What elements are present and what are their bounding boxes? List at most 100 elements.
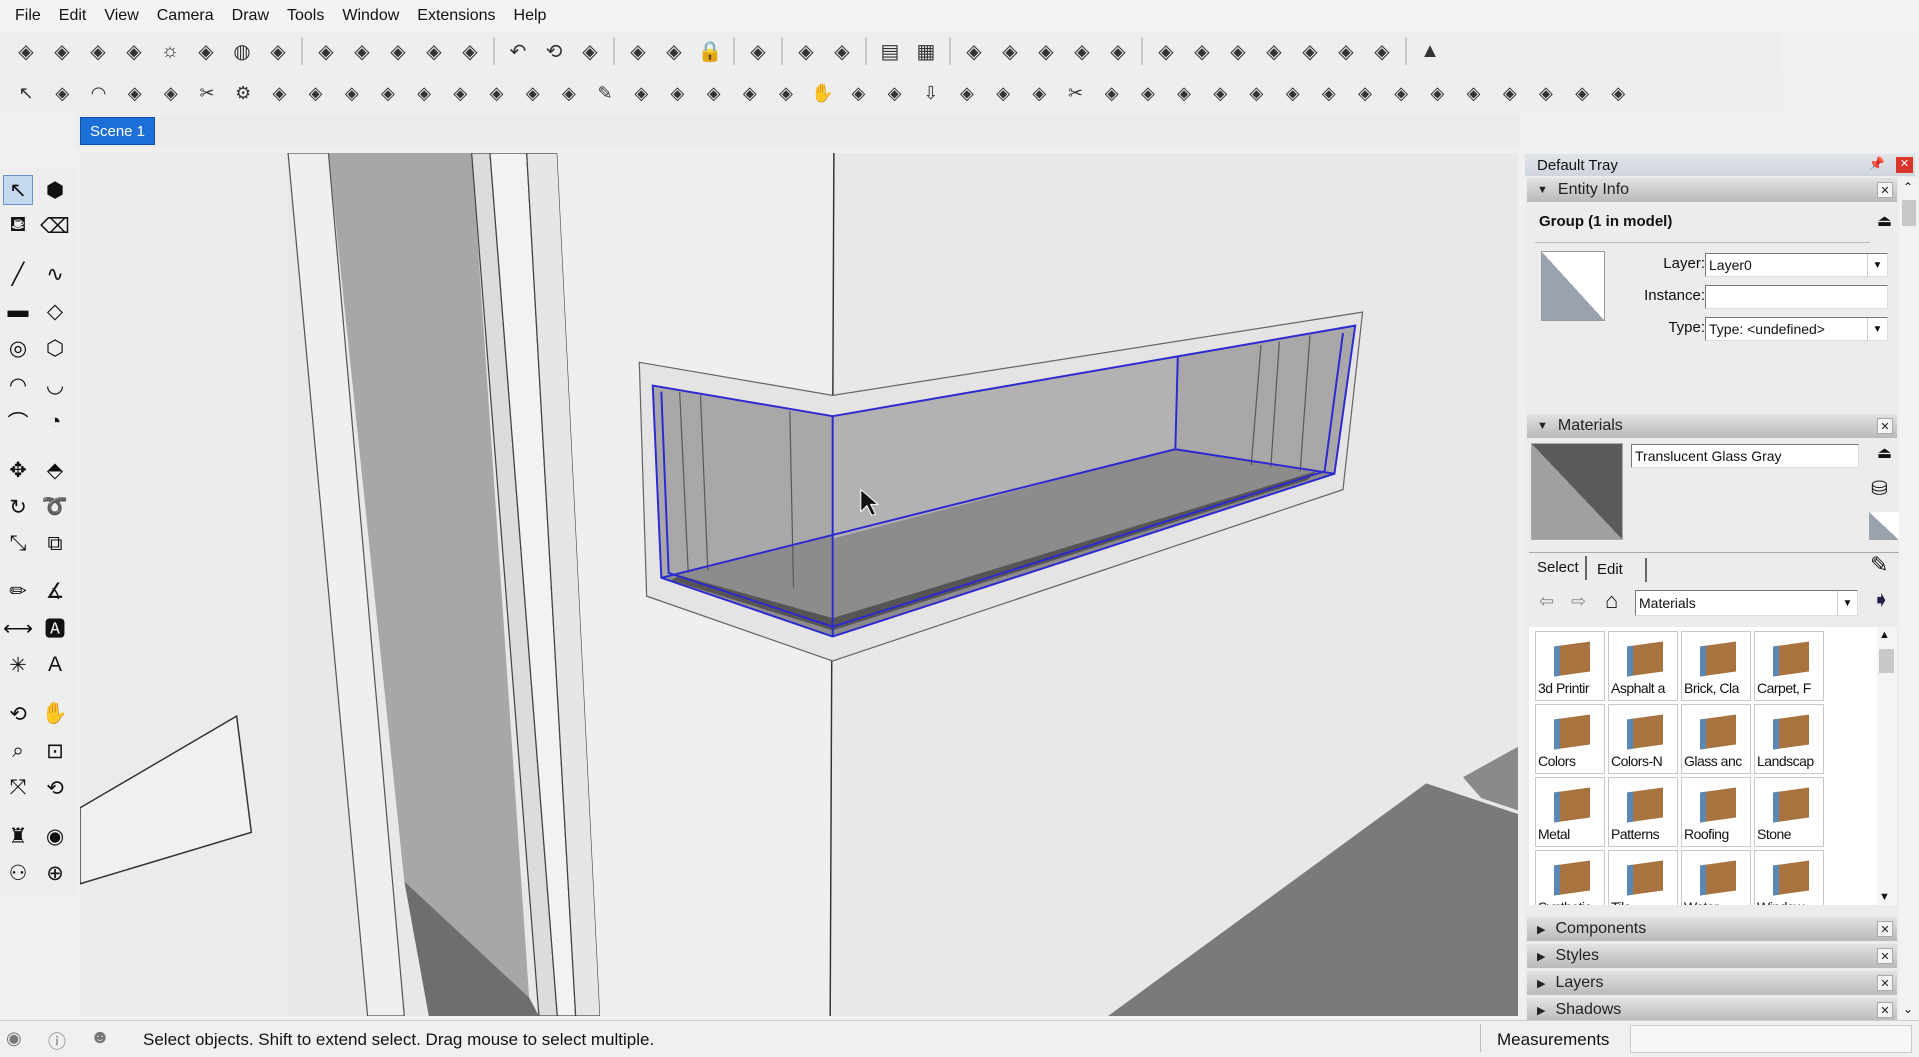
block-icon[interactable]: ◈ [1277, 78, 1308, 108]
lock-icon[interactable]: 🔒 [695, 36, 725, 66]
rotated-rectangle-icon[interactable]: ◇ [40, 296, 70, 326]
wedge-icon[interactable]: ◈ [1132, 78, 1163, 108]
book-icon[interactable]: ▤ [875, 36, 905, 66]
library-select[interactable]: Materials ▼ [1635, 590, 1858, 616]
material-folder[interactable]: Synthetic [1535, 850, 1605, 905]
eraser-icon[interactable]: ⌫ [40, 211, 70, 241]
sandbox-icon[interactable]: ◈ [419, 36, 449, 66]
section-plane-icon[interactable]: ⊕ [40, 858, 70, 888]
chevron-up-icon[interactable]: ⌃ [1903, 180, 1913, 194]
material-folder[interactable]: Colors-N [1608, 704, 1678, 774]
menu-camera[interactable]: Camera [148, 7, 223, 25]
export7-icon[interactable]: ◈ [1367, 36, 1397, 66]
rotate-icon[interactable]: ↻ [3, 492, 33, 522]
box-icon[interactable]: ◈ [155, 78, 186, 108]
protractor-icon[interactable]: ∡ [40, 576, 70, 606]
menu-draw[interactable]: Draw [223, 7, 278, 25]
outliner-icon[interactable]: ◈ [659, 36, 689, 66]
pan-icon[interactable]: ✋ [40, 699, 70, 729]
standard-views-icon[interactable]: ◈ [11, 36, 41, 66]
material-folder[interactable]: Landscap [1754, 704, 1824, 774]
warehouse-icon[interactable]: ◈ [959, 36, 989, 66]
zoom-window-icon[interactable]: ⊡ [40, 736, 70, 766]
walk-icon[interactable]: ⚇ [3, 858, 33, 888]
tape-measure-icon[interactable]: ✏ [3, 576, 33, 606]
material-folder[interactable]: Tile [1608, 850, 1678, 905]
frame-icon[interactable]: ◈ [662, 78, 693, 108]
shape-icon[interactable]: ◈ [264, 78, 295, 108]
entity-info-header[interactable]: ▼ Entity Info ✕ [1527, 178, 1897, 202]
two-point-arc-icon[interactable]: ◡ [40, 370, 70, 400]
loft-icon[interactable]: ◈ [481, 78, 512, 108]
solid-icon[interactable]: ◈ [372, 78, 403, 108]
axes-icon[interactable]: ✳ [3, 650, 33, 680]
layers-icon[interactable]: ◈ [623, 36, 653, 66]
stair-icon[interactable]: ◈ [734, 78, 765, 108]
beam-icon[interactable]: ◈ [1241, 78, 1272, 108]
follow-me-icon[interactable]: ➰ [40, 492, 70, 522]
stack-icon[interactable]: ◈ [1313, 78, 1344, 108]
panel-components[interactable]: ▶ Components ✕ [1527, 917, 1897, 941]
shaded-icon[interactable]: ◈ [191, 36, 221, 66]
export6-icon[interactable]: ◈ [1331, 36, 1361, 66]
freehand-icon[interactable]: ∿ [40, 259, 70, 289]
cut-icon[interactable]: ✂ [192, 78, 223, 108]
material-folder[interactable]: Metal [1535, 777, 1605, 847]
bend-icon[interactable]: ◈ [336, 78, 367, 108]
ribbon-icon[interactable]: ◈ [1096, 78, 1127, 108]
material-folder[interactable]: Asphalt a [1608, 631, 1678, 701]
move-icon[interactable]: ✥ [3, 455, 33, 485]
create-material-icon[interactable]: ⛁ [1871, 476, 1888, 501]
chevron-down-icon[interactable]: ⌄ [1903, 1002, 1913, 1016]
sweep-icon[interactable]: ◈ [626, 78, 657, 108]
orbit-icon[interactable]: ⟲ [539, 36, 569, 66]
offset-icon[interactable]: ⧉ [40, 529, 70, 559]
hinge-icon[interactable]: ◈ [1169, 78, 1200, 108]
panels-icon[interactable]: ◈ [951, 78, 982, 108]
chain-icon[interactable]: ◈ [843, 78, 874, 108]
line-icon[interactable]: ╱ [3, 259, 33, 289]
close-panel-icon[interactable]: ✕ [1877, 418, 1893, 434]
model-viewport[interactable] [80, 153, 1518, 1016]
panel-styles[interactable]: ▶ Styles ✕ [1527, 944, 1897, 968]
fence-icon[interactable]: ◈ [1350, 78, 1381, 108]
pyramid-icon[interactable]: ▲ [1415, 36, 1445, 66]
pie-icon[interactable]: ◔ [40, 407, 70, 437]
scale-icon[interactable]: ⤡ [3, 529, 33, 559]
material-folder[interactable]: Patterns [1608, 777, 1678, 847]
box-green2-icon[interactable]: ◈ [1567, 78, 1598, 108]
material-name-input[interactable]: Translucent Glass Gray [1631, 444, 1859, 468]
three-point-arc-icon[interactable]: ⌒ [3, 407, 33, 437]
cube-icon[interactable]: ◈ [771, 78, 802, 108]
export4-icon[interactable]: ◈ [1259, 36, 1289, 66]
zoom-extents-icon[interactable]: ⤧ [3, 773, 33, 803]
circle-tool-icon[interactable]: ◈ [47, 78, 78, 108]
drape-icon[interactable]: ◈ [455, 36, 485, 66]
previous-view-icon[interactable]: ⟲ [40, 773, 70, 803]
knife-icon[interactable]: ◈ [409, 78, 440, 108]
scroll-thumb[interactable] [1902, 200, 1916, 226]
detail-toggle-icon[interactable]: ⏏ [1877, 211, 1892, 231]
export3-icon[interactable]: ◈ [1223, 36, 1253, 66]
make-component-icon[interactable]: ⬢ [40, 175, 70, 205]
material-folder[interactable]: Roofing [1681, 777, 1751, 847]
rectangle-icon[interactable]: ▬ [3, 296, 33, 326]
select-icon[interactable]: ↖ [11, 78, 42, 108]
menu-edit[interactable]: Edit [50, 7, 96, 25]
tray-close-button[interactable]: ✕ [1896, 157, 1913, 173]
iso-icon[interactable]: ◈ [47, 36, 77, 66]
material-folder[interactable]: Window [1754, 850, 1824, 905]
undo-icon[interactable]: ↶ [503, 36, 533, 66]
material-folder[interactable]: Glass anc [1681, 704, 1751, 774]
lighting-icon[interactable]: ◈ [263, 36, 293, 66]
push-icon[interactable]: ◈ [1024, 78, 1055, 108]
measurements-input[interactable] [1630, 1025, 1912, 1053]
material-folder[interactable]: Water [1681, 850, 1751, 905]
hex-icon[interactable]: ◈ [1458, 78, 1489, 108]
panel-layers[interactable]: ▶ Layers ✕ [1527, 971, 1897, 995]
grid-icon[interactable]: ▦ [911, 36, 941, 66]
tab-edit[interactable]: Edit [1591, 558, 1647, 582]
push-pull-icon[interactable]: ⬘ [40, 455, 70, 485]
materials-scrollbar[interactable]: ▲ ▼ [1877, 627, 1897, 905]
export5-icon[interactable]: ◈ [1295, 36, 1325, 66]
